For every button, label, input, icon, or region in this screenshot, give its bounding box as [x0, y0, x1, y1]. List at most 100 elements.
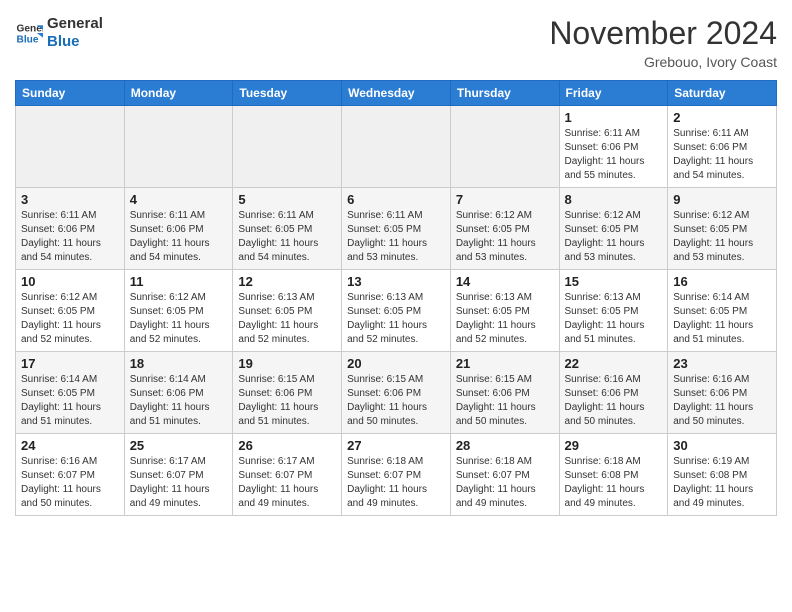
day-number: 25 [130, 438, 228, 453]
calendar-cell: 3 Sunrise: 6:11 AM Sunset: 6:06 PM Daylig… [16, 188, 125, 270]
day-number: 30 [673, 438, 771, 453]
day-info: Sunrise: 6:11 AM Sunset: 6:06 PM Dayligh… [673, 127, 771, 183]
calendar-cell: 26Sunrise: 6:17 AM Sunset: 6:07 PM Dayli… [233, 434, 342, 516]
day-info: Sunrise: 6:12 AM Sunset: 6:05 PM Dayligh… [673, 209, 771, 265]
calendar-cell: 1Sunrise: 6:11 AM Sunset: 6:06 PM Daylig… [559, 106, 668, 188]
column-header-thursday: Thursday [450, 81, 559, 106]
day-info: Sunrise: 6:13 AM Sunset: 6:05 PM Dayligh… [565, 291, 663, 347]
day-number: 22 [565, 356, 663, 371]
day-number: 29 [565, 438, 663, 453]
day-number: 23 [673, 356, 771, 371]
svg-text:General: General [17, 23, 43, 34]
day-info: Sunrise: 6:16 AM Sunset: 6:07 PM Dayligh… [21, 455, 119, 511]
calendar-week-row: 17Sunrise: 6:14 AM Sunset: 6:05 PM Dayli… [16, 352, 777, 434]
day-info: Sunrise: 6:15 AM Sunset: 6:06 PM Dayligh… [456, 373, 554, 429]
calendar-cell: 4 Sunrise: 6:11 AM Sunset: 6:06 PM Daylig… [124, 188, 233, 270]
day-info: Sunrise: 6:12 AM Sunset: 6:05 PM Dayligh… [21, 291, 119, 347]
calendar-cell: 20 Sunrise: 6:15 AM Sunset: 6:06 PM Dayli… [342, 352, 451, 434]
day-number: 16 [673, 274, 771, 289]
day-info: Sunrise: 6:14 AM Sunset: 6:06 PM Dayligh… [130, 373, 228, 429]
location: Grebouo, Ivory Coast [549, 54, 777, 70]
logo: General Blue General Blue [15, 15, 103, 51]
calendar-cell: 8 Sunrise: 6:12 AM Sunset: 6:05 PM Daylig… [559, 188, 668, 270]
calendar-cell: 30 Sunrise: 6:19 AM Sunset: 6:08 PM Dayli… [668, 434, 777, 516]
day-number: 4 [130, 192, 228, 207]
day-info: Sunrise: 6:18 AM Sunset: 6:08 PM Dayligh… [565, 455, 663, 511]
title-block: November 2024 Grebouo, Ivory Coast [549, 15, 777, 70]
calendar-cell: 16 Sunrise: 6:14 AM Sunset: 6:05 PM Dayli… [668, 270, 777, 352]
svg-text:Blue: Blue [17, 34, 39, 45]
calendar-week-row: 10 Sunrise: 6:12 AM Sunset: 6:05 PM Dayli… [16, 270, 777, 352]
day-info: Sunrise: 6:17 AM Sunset: 6:07 PM Dayligh… [238, 455, 336, 511]
calendar-cell: 19 Sunrise: 6:15 AM Sunset: 6:06 PM Dayli… [233, 352, 342, 434]
column-header-monday: Monday [124, 81, 233, 106]
calendar-cell: 27Sunrise: 6:18 AM Sunset: 6:07 PM Dayli… [342, 434, 451, 516]
day-number: 18 [130, 356, 228, 371]
day-info: Sunrise: 6:11 AM Sunset: 6:06 PM Dayligh… [21, 209, 119, 265]
calendar-cell: 6 Sunrise: 6:11 AM Sunset: 6:05 PM Daylig… [342, 188, 451, 270]
day-number: 10 [21, 274, 119, 289]
calendar-week-row: 24 Sunrise: 6:16 AM Sunset: 6:07 PM Dayli… [16, 434, 777, 516]
calendar-week-row: 3 Sunrise: 6:11 AM Sunset: 6:06 PM Daylig… [16, 188, 777, 270]
calendar-header-row: SundayMondayTuesdayWednesdayThursdayFrid… [16, 81, 777, 106]
column-header-wednesday: Wednesday [342, 81, 451, 106]
calendar-cell: 12 Sunrise: 6:13 AM Sunset: 6:05 PM Dayli… [233, 270, 342, 352]
day-number: 7 [456, 192, 554, 207]
day-number: 5 [238, 192, 336, 207]
calendar-cell: 15 Sunrise: 6:13 AM Sunset: 6:05 PM Dayli… [559, 270, 668, 352]
day-number: 12 [238, 274, 336, 289]
day-info: Sunrise: 6:12 AM Sunset: 6:05 PM Dayligh… [565, 209, 663, 265]
day-info: Sunrise: 6:13 AM Sunset: 6:05 PM Dayligh… [238, 291, 336, 347]
page: General Blue General Blue November 2024 … [0, 0, 792, 531]
day-info: Sunrise: 6:11 AM Sunset: 6:06 PM Dayligh… [565, 127, 663, 183]
day-number: 2 [673, 110, 771, 125]
calendar-cell: 11 Sunrise: 6:12 AM Sunset: 6:05 PM Dayli… [124, 270, 233, 352]
day-info: Sunrise: 6:14 AM Sunset: 6:05 PM Dayligh… [21, 373, 119, 429]
calendar-cell: 14 Sunrise: 6:13 AM Sunset: 6:05 PM Dayli… [450, 270, 559, 352]
calendar-cell: 24 Sunrise: 6:16 AM Sunset: 6:07 PM Dayli… [16, 434, 125, 516]
day-info: Sunrise: 6:14 AM Sunset: 6:05 PM Dayligh… [673, 291, 771, 347]
calendar-cell: 29 Sunrise: 6:18 AM Sunset: 6:08 PM Dayli… [559, 434, 668, 516]
day-number: 14 [456, 274, 554, 289]
calendar-cell [16, 106, 125, 188]
day-number: 24 [21, 438, 119, 453]
day-info: Sunrise: 6:11 AM Sunset: 6:05 PM Dayligh… [347, 209, 445, 265]
calendar-cell: 13Sunrise: 6:13 AM Sunset: 6:05 PM Dayli… [342, 270, 451, 352]
calendar-cell: 21Sunrise: 6:15 AM Sunset: 6:06 PM Dayli… [450, 352, 559, 434]
day-info: Sunrise: 6:13 AM Sunset: 6:05 PM Dayligh… [456, 291, 554, 347]
day-number: 20 [347, 356, 445, 371]
day-info: Sunrise: 6:15 AM Sunset: 6:06 PM Dayligh… [238, 373, 336, 429]
calendar-cell: 23 Sunrise: 6:16 AM Sunset: 6:06 PM Dayli… [668, 352, 777, 434]
day-info: Sunrise: 6:11 AM Sunset: 6:06 PM Dayligh… [130, 209, 228, 265]
day-number: 3 [21, 192, 119, 207]
column-header-saturday: Saturday [668, 81, 777, 106]
calendar-cell: 22 Sunrise: 6:16 AM Sunset: 6:06 PM Dayli… [559, 352, 668, 434]
calendar: SundayMondayTuesdayWednesdayThursdayFrid… [15, 80, 777, 516]
day-info: Sunrise: 6:18 AM Sunset: 6:07 PM Dayligh… [456, 455, 554, 511]
column-header-sunday: Sunday [16, 81, 125, 106]
day-info: Sunrise: 6:16 AM Sunset: 6:06 PM Dayligh… [673, 373, 771, 429]
day-info: Sunrise: 6:15 AM Sunset: 6:06 PM Dayligh… [347, 373, 445, 429]
logo-line1: General [47, 15, 103, 33]
day-number: 19 [238, 356, 336, 371]
day-number: 8 [565, 192, 663, 207]
day-info: Sunrise: 6:12 AM Sunset: 6:05 PM Dayligh… [130, 291, 228, 347]
day-number: 13 [347, 274, 445, 289]
calendar-cell: 25 Sunrise: 6:17 AM Sunset: 6:07 PM Dayli… [124, 434, 233, 516]
day-info: Sunrise: 6:17 AM Sunset: 6:07 PM Dayligh… [130, 455, 228, 511]
logo-icon: General Blue [15, 19, 43, 47]
calendar-cell: 18 Sunrise: 6:14 AM Sunset: 6:06 PM Dayli… [124, 352, 233, 434]
day-number: 15 [565, 274, 663, 289]
calendar-cell [124, 106, 233, 188]
column-header-tuesday: Tuesday [233, 81, 342, 106]
day-info: Sunrise: 6:16 AM Sunset: 6:06 PM Dayligh… [565, 373, 663, 429]
day-number: 9 [673, 192, 771, 207]
calendar-cell: 17Sunrise: 6:14 AM Sunset: 6:05 PM Dayli… [16, 352, 125, 434]
calendar-cell: 7Sunrise: 6:12 AM Sunset: 6:05 PM Daylig… [450, 188, 559, 270]
header: General Blue General Blue November 2024 … [15, 15, 777, 70]
day-number: 11 [130, 274, 228, 289]
day-number: 6 [347, 192, 445, 207]
calendar-week-row: 1Sunrise: 6:11 AM Sunset: 6:06 PM Daylig… [16, 106, 777, 188]
day-info: Sunrise: 6:19 AM Sunset: 6:08 PM Dayligh… [673, 455, 771, 511]
calendar-cell: 9 Sunrise: 6:12 AM Sunset: 6:05 PM Daylig… [668, 188, 777, 270]
